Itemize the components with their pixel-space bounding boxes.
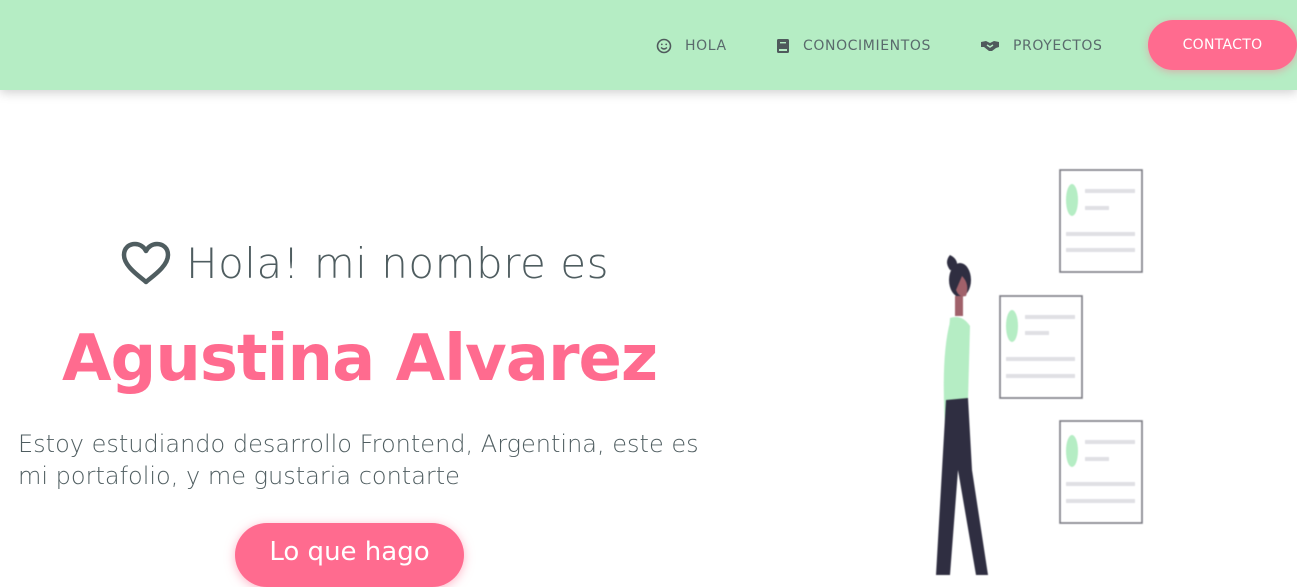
person-with-cards-illustration bbox=[936, 169, 1143, 575]
info-card-middle bbox=[999, 295, 1083, 399]
info-card-bottom bbox=[1059, 420, 1143, 524]
info-card-top bbox=[1059, 169, 1143, 273]
person-figure bbox=[936, 255, 988, 575]
